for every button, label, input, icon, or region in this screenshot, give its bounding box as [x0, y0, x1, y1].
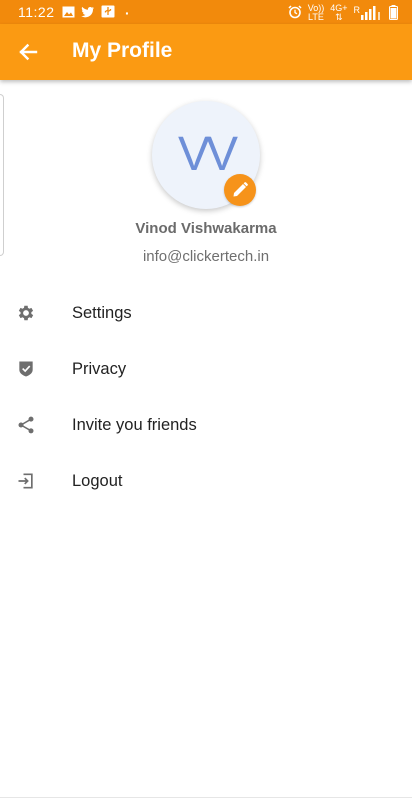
data-arrows-icon: ⇅	[335, 12, 343, 22]
menu-item-logout[interactable]: Logout	[0, 453, 412, 509]
volte-indicator: Vo)) LTE	[308, 4, 325, 22]
alarm-icon	[288, 5, 302, 21]
roaming-label: R	[353, 5, 361, 15]
back-button[interactable]	[12, 36, 44, 68]
menu-label-privacy: Privacy	[72, 360, 127, 378]
signal-icon: R	[354, 6, 384, 20]
notification-icons: ·	[62, 5, 130, 21]
menu-label-logout: Logout	[72, 472, 123, 490]
menu-item-invite[interactable]: Invite you friends	[0, 397, 412, 453]
usb-icon	[101, 5, 115, 21]
bottom-divider	[0, 797, 412, 798]
menu-label-invite: Invite you friends	[72, 416, 197, 434]
shield-check-icon	[16, 359, 36, 379]
image-icon	[62, 5, 75, 21]
profile-menu: Settings Privacy Invite you friends Logo…	[0, 285, 412, 509]
share-icon	[16, 415, 36, 435]
pencil-icon	[233, 182, 248, 197]
status-bar: 11:22 · Vo)) LTE 4G+ ⇅ R	[0, 0, 412, 24]
menu-item-settings[interactable]: Settings	[0, 285, 412, 341]
gear-icon	[16, 303, 36, 323]
profile-name: Vinod Vishwakarma	[135, 220, 277, 237]
network-type: 4G+ ⇅	[330, 4, 347, 22]
edit-avatar-button[interactable]	[224, 174, 256, 206]
status-time: 11:22	[18, 4, 55, 20]
menu-item-privacy[interactable]: Privacy	[0, 341, 412, 397]
twitter-icon	[81, 5, 95, 21]
status-dot: ·	[125, 5, 130, 21]
app-bar: My Profile	[0, 24, 412, 80]
battery-icon	[389, 4, 398, 22]
lte-label: LTE	[308, 12, 324, 22]
arrow-left-icon	[19, 43, 38, 61]
profile-email: info@clickertech.in	[142, 248, 270, 265]
avatar-initials: VV	[177, 127, 238, 181]
menu-label-settings: Settings	[72, 304, 132, 322]
system-icons: Vo)) LTE 4G+ ⇅ R	[288, 4, 398, 22]
page-title: My Profile	[72, 39, 173, 62]
logout-icon	[16, 471, 36, 491]
